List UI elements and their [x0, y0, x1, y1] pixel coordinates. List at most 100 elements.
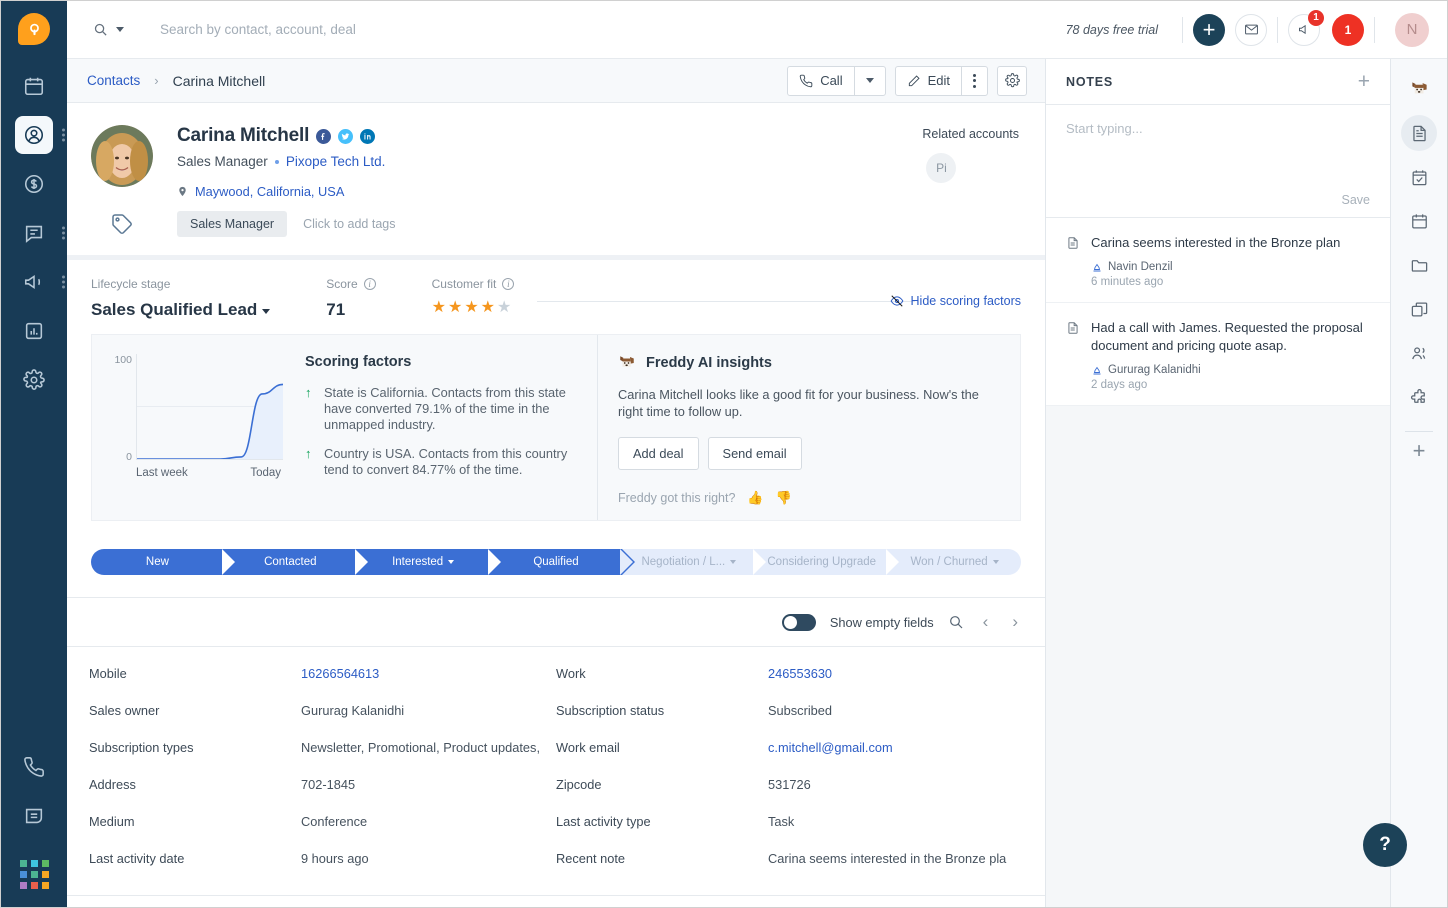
lifecycle-stage-dropdown[interactable]: Sales Qualified Lead — [91, 300, 270, 320]
alerts-count-badge[interactable]: 1 — [1332, 14, 1364, 46]
call-button[interactable]: Call — [788, 67, 853, 95]
note-save-button[interactable]: Save — [1066, 183, 1370, 207]
send-email-button[interactable]: Send email — [708, 437, 802, 470]
facebook-icon[interactable] — [316, 129, 331, 144]
pipeline-stage-qualified[interactable]: Qualified — [490, 549, 623, 575]
arrow-up-icon: ↑ — [305, 446, 315, 478]
pipeline-stage-new[interactable]: New — [91, 549, 224, 575]
rail-apps-icon[interactable] — [1401, 379, 1437, 415]
field-value[interactable]: 246553630 — [768, 666, 832, 681]
contact-location[interactable]: Maywood, California, USA — [177, 184, 1021, 199]
field-value[interactable]: c.mitchell@gmail.com — [768, 740, 893, 755]
fields-search-icon[interactable] — [948, 614, 964, 630]
chevron-down-icon[interactable] — [730, 560, 736, 564]
thumbs-down-icon[interactable]: 👎 — [776, 490, 792, 506]
rail-contacts-icon[interactable] — [1401, 335, 1437, 371]
field-label: Sales owner — [89, 703, 301, 718]
pipeline-stage-interested[interactable]: Interested — [357, 549, 490, 575]
sidebar-item-settings[interactable] — [15, 361, 53, 399]
add-note-button[interactable]: + — [1358, 71, 1370, 92]
chevron-down-icon[interactable] — [993, 560, 999, 564]
field-value: Newsletter, Promotional, Product updates… — [301, 740, 540, 755]
star-1[interactable]: ★ — [432, 300, 446, 316]
star-5[interactable]: ★ — [497, 300, 511, 316]
pipeline-stage-negotiation-l[interactable]: Negotiation / L... — [622, 549, 755, 575]
record-settings-button[interactable] — [997, 66, 1027, 96]
body-split: Contacts › Carina Mitchell Call — [67, 59, 1447, 907]
user-avatar[interactable]: N — [1395, 13, 1429, 47]
call-dropdown-button[interactable] — [854, 67, 885, 95]
profile-info: Carina Mitchell Sales Manager Pixope Tec… — [177, 125, 1021, 199]
star-3[interactable]: ★ — [464, 300, 478, 316]
tag-chip[interactable]: Sales Manager — [177, 211, 287, 237]
search-input[interactable] — [160, 22, 580, 37]
note-item[interactable]: Carina seems interested in the Bronze pl… — [1046, 218, 1390, 303]
freddy-actions: Add deal Send email — [618, 437, 998, 470]
related-account-avatar[interactable]: Pi — [926, 153, 956, 183]
fields-next-button[interactable]: › — [1007, 612, 1023, 632]
rail-notes-icon[interactable] — [1401, 115, 1437, 151]
star-2[interactable]: ★ — [448, 300, 462, 316]
star-4[interactable]: ★ — [481, 300, 495, 316]
pipeline-stage-contacted[interactable]: Contacted — [224, 549, 357, 575]
app-logo-icon[interactable] — [18, 13, 50, 45]
sidebar-item-reports[interactable] — [15, 312, 53, 350]
sidebar-item-deals[interactable] — [15, 165, 53, 203]
sidebar-conversations-more-icon[interactable] — [62, 225, 65, 242]
score-info-icon[interactable]: i — [364, 278, 376, 290]
add-deal-button[interactable]: Add deal — [618, 437, 699, 470]
notes-title: NOTES — [1066, 75, 1113, 89]
field-value: 702-1845 — [301, 777, 355, 792]
thumbs-up-icon[interactable]: 👍 — [747, 490, 763, 506]
sidebar-contacts-more-icon[interactable] — [62, 127, 65, 144]
rail-freddy-icon[interactable] — [1401, 71, 1437, 107]
note-input[interactable]: Start typing... — [1066, 121, 1370, 183]
announcements-icon-button[interactable]: 1 — [1288, 14, 1320, 46]
field-row: Recent noteCarina seems interested in th… — [556, 840, 1023, 877]
email-icon-button[interactable] — [1235, 14, 1267, 46]
scoring-factors-title: Scoring factors — [305, 354, 577, 370]
chevron-down-icon[interactable] — [448, 560, 454, 564]
show-empty-fields-toggle[interactable] — [782, 614, 816, 631]
contact-company-link[interactable]: Pixope Tech Ltd. — [286, 154, 386, 169]
rail-add-widget-button[interactable]: + — [1413, 438, 1426, 464]
sidebar-item-marketing[interactable] — [15, 263, 53, 301]
field-value: 9 hours ago — [301, 851, 369, 866]
sidebar-item-phone[interactable] — [15, 748, 53, 786]
right-rail: + — [1391, 59, 1447, 907]
linkedin-icon[interactable] — [360, 129, 375, 144]
field-value[interactable]: 16266564613 — [301, 666, 379, 681]
sidebar-item-conversations[interactable] — [15, 214, 53, 252]
sidebar-item-chat-support[interactable] — [15, 797, 53, 835]
sidebar-item-calendar[interactable] — [15, 67, 53, 105]
sidebar-item-contacts[interactable] — [15, 116, 53, 154]
quick-add-button[interactable]: + — [1193, 14, 1225, 46]
note-item[interactable]: Had a call with James. Requested the pro… — [1046, 303, 1390, 406]
customer-fit-stars[interactable]: ★★★★★ — [432, 300, 515, 316]
field-label: Address — [89, 777, 301, 792]
sidebar-marketing-more-icon[interactable] — [62, 274, 65, 291]
edit-button-group: Edit — [895, 66, 988, 96]
customer-fit-info-icon[interactable]: i — [502, 278, 514, 290]
rail-tasks-icon[interactable] — [1401, 159, 1437, 195]
divider — [1277, 17, 1278, 43]
fields-prev-button[interactable]: ‹ — [978, 612, 994, 632]
app-switcher-icon[interactable] — [20, 860, 49, 889]
breadcrumb-contacts-link[interactable]: Contacts — [87, 73, 140, 88]
pipeline-stage-considering-upgrade[interactable]: Considering Upgrade — [755, 549, 888, 575]
detail-scroll-area[interactable]: Carina Mitchell Sales Manager Pixope Tec… — [67, 103, 1045, 907]
search-scope-chevron-down-icon[interactable] — [116, 27, 124, 32]
rail-documents-icon[interactable] — [1401, 247, 1437, 283]
rail-divider — [1405, 431, 1433, 432]
global-search[interactable] — [93, 22, 1066, 37]
help-button[interactable]: ? — [1363, 823, 1407, 867]
pipeline-stage-won-churned[interactable]: Won / Churned — [888, 549, 1021, 575]
more-actions-button[interactable] — [961, 67, 987, 95]
hide-scoring-factors-link[interactable]: Hide scoring factors — [890, 294, 1021, 308]
twitter-icon[interactable] — [338, 129, 353, 144]
add-tag-placeholder[interactable]: Click to add tags — [293, 217, 395, 231]
rail-appointments-icon[interactable] — [1401, 203, 1437, 239]
note-composer[interactable]: Start typing... Save — [1046, 105, 1390, 218]
edit-button[interactable]: Edit — [896, 67, 961, 95]
rail-deals-icon[interactable] — [1401, 291, 1437, 327]
